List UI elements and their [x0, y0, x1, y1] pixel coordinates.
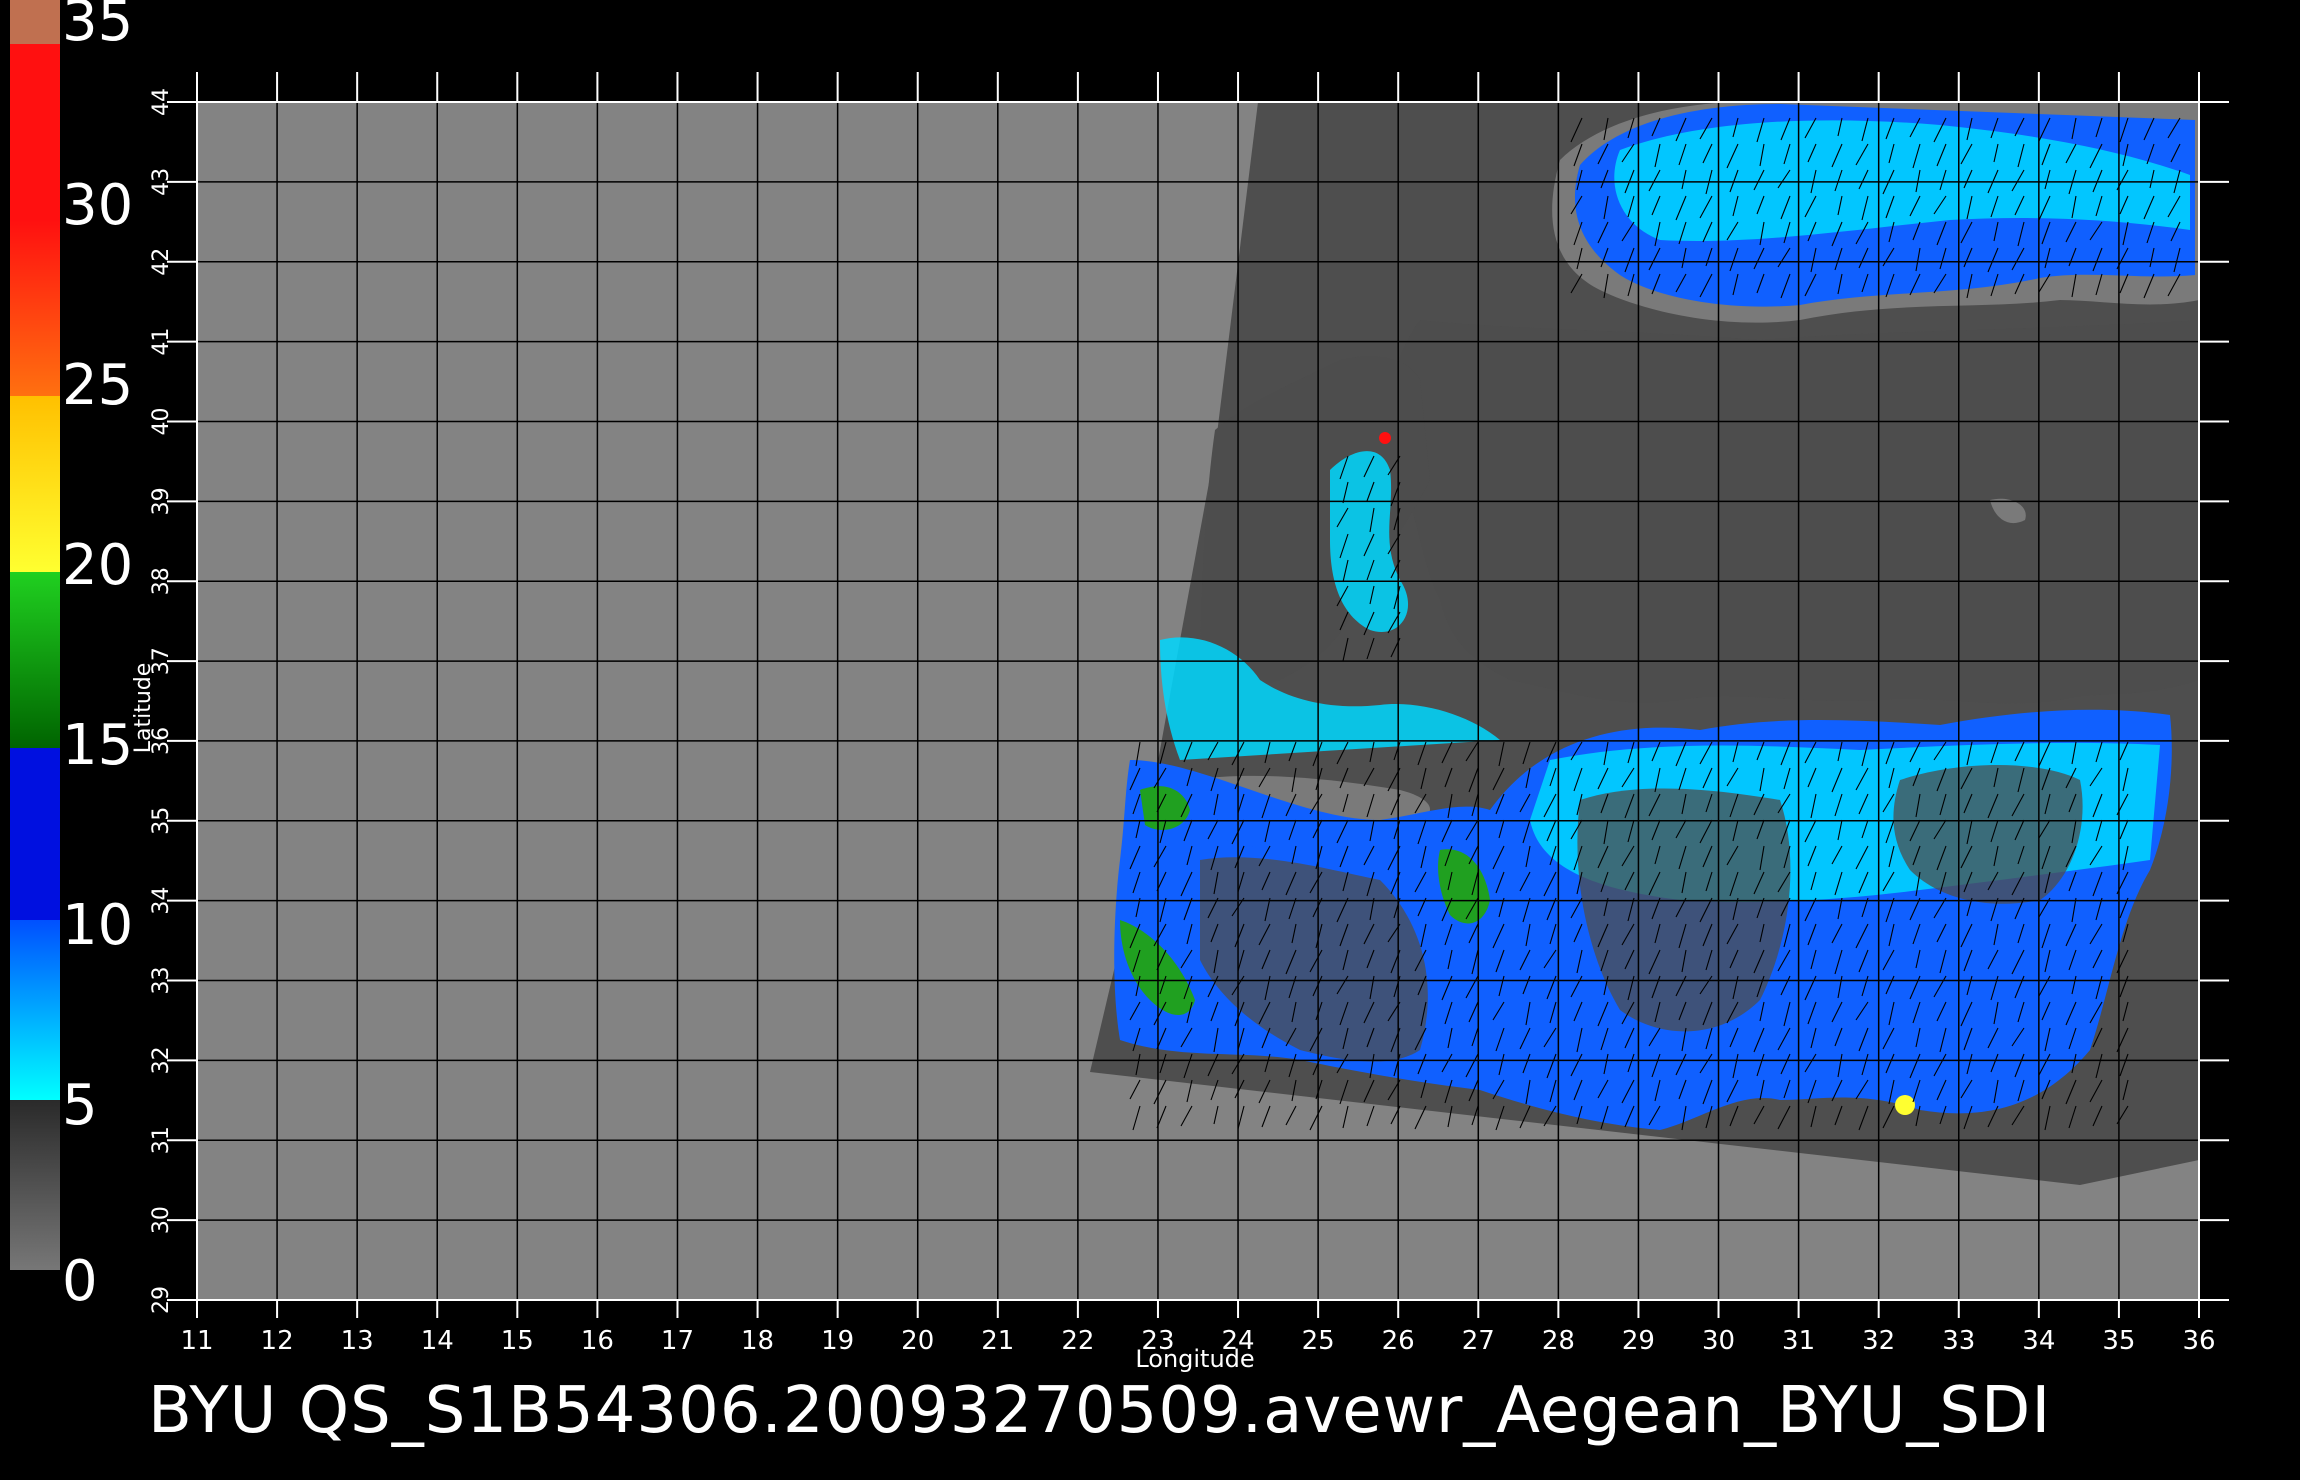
colorbar-segment [10, 396, 60, 572]
colorbar-segment [10, 920, 60, 1100]
colorbar-segment [10, 572, 60, 748]
x-tick-label: 28 [1542, 1326, 1575, 1356]
x-tick-label: 17 [661, 1326, 694, 1356]
y-tick-label: 30 [149, 1206, 174, 1234]
x-tick-label: 15 [501, 1326, 534, 1356]
y-tick-label: 38 [149, 567, 174, 595]
x-tick-label: 36 [2182, 1326, 2215, 1356]
y-tick-label: 34 [149, 887, 174, 915]
colorbar-label-15: 15 [62, 713, 133, 778]
y-tick-label: 31 [149, 1126, 174, 1154]
y-tick-label: 42 [149, 248, 174, 276]
wind-hotspot-north [1379, 432, 1391, 444]
x-tick-label: 12 [261, 1326, 294, 1356]
x-tick-label: 25 [1302, 1326, 1335, 1356]
y-tick-label: 35 [149, 807, 174, 835]
colorbar-segment [10, 1100, 60, 1270]
x-tick-label: 33 [1942, 1326, 1975, 1356]
y-tick-label: 39 [149, 487, 174, 515]
x-tick-label: 34 [2022, 1326, 2055, 1356]
y-tick-label: 32 [149, 1046, 174, 1074]
x-tick-label: 16 [581, 1326, 614, 1356]
x-tick-label: 31 [1782, 1326, 1815, 1356]
x-tick-label: 13 [341, 1326, 374, 1356]
x-axis-label: Longitude [1135, 1345, 1254, 1373]
x-tick-label: 14 [421, 1326, 454, 1356]
x-tick-label: 18 [741, 1326, 774, 1356]
x-tick-label: 21 [981, 1326, 1014, 1356]
colorbar-label-20: 20 [62, 533, 133, 598]
colorbar-segment [10, 748, 60, 920]
colorbar-label-10: 10 [62, 893, 133, 958]
colorbar-label-30: 30 [62, 173, 133, 238]
y-tick-label: 33 [149, 967, 174, 995]
colorbar-segment [10, 0, 60, 44]
x-tick-label: 20 [901, 1326, 934, 1356]
x-tick-label: 29 [1622, 1326, 1655, 1356]
x-tick-label: 27 [1462, 1326, 1495, 1356]
colorbar-segment [10, 220, 60, 396]
y-axis-label: Latitude [131, 663, 156, 754]
colorbar-labels: 0 5 10 15 20 25 30 35 [62, 0, 133, 1314]
x-tick-label: 19 [821, 1326, 854, 1356]
y-tick-label: 40 [149, 407, 174, 435]
y-tick-label: 44 [149, 88, 174, 116]
x-tick-label: 26 [1382, 1326, 1415, 1356]
colorbar-label-25: 25 [62, 353, 133, 418]
wind-hotspot-south [1895, 1095, 1915, 1115]
x-tick-label: 35 [2102, 1326, 2135, 1356]
colorbar-label-35: 35 [62, 0, 133, 54]
colorbar-label-0: 0 [62, 1249, 98, 1314]
x-tick-label: 22 [1061, 1326, 1094, 1356]
product-title: BYU QS_S1B54306.20093270509.avewr_Aegean… [148, 1374, 2051, 1448]
x-tick-label: 30 [1702, 1326, 1735, 1356]
colorbar-label-5: 5 [62, 1073, 98, 1138]
land-anatolia [1389, 320, 2199, 704]
y-tick-label: 29 [149, 1286, 174, 1314]
x-tick-label: 32 [1862, 1326, 1895, 1356]
x-tick-label: 11 [180, 1326, 213, 1356]
y-tick-label: 43 [149, 168, 174, 196]
colorbar [10, 0, 60, 1270]
wind-speed-map: 0 5 10 15 20 25 30 35 11 12 13 14 15 16 … [10, 0, 2229, 1448]
map-plot [197, 102, 2199, 1300]
colorbar-segment [10, 44, 60, 220]
y-tick-label: 41 [149, 328, 174, 356]
